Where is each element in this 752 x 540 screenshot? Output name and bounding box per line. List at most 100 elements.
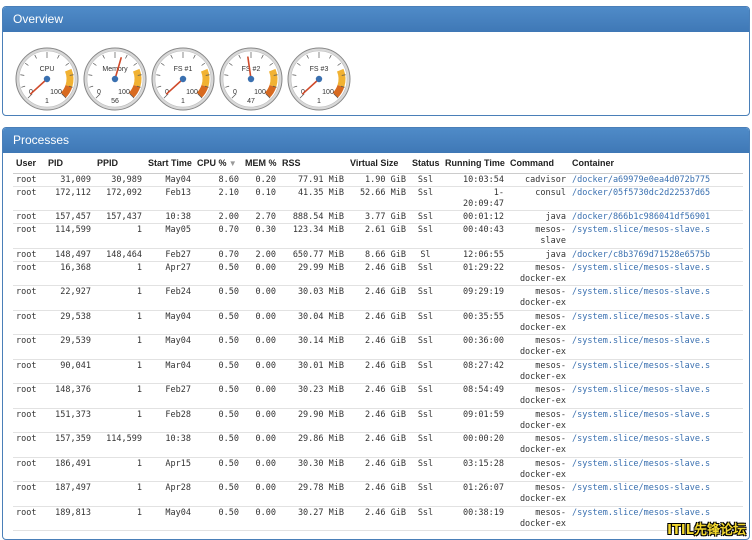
cell-ppid: 1	[136, 311, 142, 322]
cell-mem: 0.00	[255, 507, 276, 518]
container-link[interactable]: /system.slice/mesos-slave.s	[572, 263, 710, 273]
cell-virtual-size: 3.77 GiB	[365, 212, 406, 222]
cell-mem: 0.30	[255, 225, 276, 235]
container-link[interactable]: /system.slice/mesos-slave.s	[572, 225, 710, 235]
cell-command: java	[545, 212, 566, 222]
cell-running-time: 01:26:07	[463, 483, 504, 493]
cell-command: mesos-docker-ex	[519, 458, 566, 480]
column-header-mem[interactable]: MEM %	[242, 153, 279, 174]
container-link[interactable]: /system.slice/mesos-slave.s	[572, 361, 710, 371]
column-header-label: PPID	[97, 157, 119, 168]
gauge-value-label: 1	[317, 98, 321, 105]
container-link[interactable]: /system.slice/mesos-slave.s	[572, 385, 710, 395]
gauge-needle-hub	[111, 75, 119, 83]
container-link[interactable]: /docker/c8b3769d71528e6575b	[572, 250, 710, 260]
cell-command: mesos-docker-ex	[519, 287, 566, 308]
column-header-start-time[interactable]: Start Time	[145, 153, 194, 174]
cell-start-time: May04	[165, 507, 191, 518]
cell-ppid: 1	[136, 483, 142, 493]
cell-container: /system.slice/mesos-slave.s	[569, 286, 743, 311]
gauge-dial: FS #101001	[151, 47, 215, 111]
table-row: root 157,457 157,437 10:38 2.00 2.70 888.54 Mi…	[13, 211, 743, 224]
gauge-max-label: 100	[50, 89, 62, 96]
column-header-user[interactable]: User	[13, 153, 45, 174]
column-header-running-time[interactable]: Running Time	[442, 153, 507, 174]
column-header-container[interactable]: Container	[569, 153, 743, 174]
column-header-label: PID	[48, 157, 64, 168]
gauge-label: FS #3	[310, 66, 329, 73]
gauge-label: CPU	[40, 66, 55, 73]
cell-pid: 29,538	[60, 311, 91, 322]
cell-pid: 148,497	[55, 249, 91, 260]
cell-user: root	[16, 249, 37, 260]
container-link[interactable]: /system.slice/mesos-slave.s	[572, 459, 710, 469]
gauge-max-label: 100	[322, 89, 334, 96]
gauge-max-label: 100	[254, 89, 266, 96]
cell-rss: 29.99 MiB	[297, 262, 344, 273]
cell-rss: 30.27 MiB	[297, 507, 344, 518]
container-link[interactable]: /system.slice/mesos-slave.s	[572, 483, 710, 493]
cell-running-time: 01:29:22	[463, 262, 504, 273]
column-header-label: Container	[572, 157, 615, 168]
cell-command: cadvisor	[525, 174, 566, 185]
cell-command: mesos-docker-ex	[519, 507, 566, 529]
column-header-label: Status	[412, 157, 440, 168]
container-link[interactable]: /docker/866b1c986041df56901	[572, 212, 710, 222]
cell-cpu: 0.50	[218, 360, 239, 371]
cell-cpu: 0.50	[218, 336, 239, 346]
table-row: root 90,041 1 Mar04 0.50 0.00 30.01 MiB 2.46 Gi…	[13, 359, 743, 384]
column-header-ppid[interactable]: PPID	[94, 153, 145, 174]
cell-ppid: 1	[136, 507, 142, 518]
cell-rss: 29.86 MiB	[297, 434, 344, 444]
table-row: root 157,359 114,599 10:38 0.50 0.00 29.86 MiB…	[13, 433, 743, 457]
container-link[interactable]: /docker/05f5730dc2d22537d65	[572, 188, 710, 198]
cell-command: mesos-docker-ex	[519, 336, 566, 357]
container-link[interactable]: /system.slice/mesos-slave.s	[572, 336, 710, 346]
cell-start-time: 10:38	[165, 434, 191, 444]
container-link[interactable]: /system.slice/mesos-slave.s	[572, 287, 710, 297]
cell-pid: 114,599	[55, 225, 91, 235]
column-header-rss[interactable]: RSS	[279, 153, 347, 174]
container-link[interactable]: /system.slice/mesos-slave.s	[572, 410, 710, 420]
column-header-command[interactable]: Command	[507, 153, 569, 174]
processes-header: Processes	[3, 128, 749, 153]
column-header-label: Start Time	[148, 157, 192, 168]
cell-status: Ssl	[417, 483, 434, 493]
table-row: root 151,373 1 Feb28 0.50 0.00 29.90 MiB 2.46 G…	[13, 408, 743, 433]
processes-table: User PID PPID Start Time CPU % ▼ MEM % RSS Virt…	[13, 153, 743, 531]
cell-cpu: 8.60	[218, 174, 239, 185]
cell-command: consul	[535, 187, 566, 198]
cell-start-time: Apr28	[165, 483, 191, 493]
gauge: CPU01001	[15, 47, 79, 111]
container-link[interactable]: /system.slice/mesos-slave.s	[572, 312, 710, 322]
cell-command: mesos-docker-ex	[519, 409, 566, 431]
cell-rss: 29.78 MiB	[297, 483, 344, 493]
container-link[interactable]: /system.slice/mesos-slave.s	[572, 434, 710, 444]
table-row: root 114,599 1 May05 0.70 0.30 123.34 MiB 2.61 …	[13, 224, 743, 249]
cell-start-time: Apr27	[165, 262, 191, 273]
cell-running-time: 00:38:19	[463, 507, 504, 518]
cell-mem: 0.20	[255, 174, 276, 185]
column-header-pid[interactable]: PID	[45, 153, 94, 174]
column-header-label: Command	[510, 157, 555, 168]
container-link[interactable]: /docker/a69979e0ea4d072b775	[572, 175, 710, 185]
cell-ppid: 1	[136, 225, 142, 235]
gauge-value-label: 1	[181, 98, 185, 105]
container-link[interactable]: /system.slice/mesos-slave.s	[572, 508, 710, 518]
cell-start-time: Apr15	[165, 458, 191, 469]
cell-start-time: Feb13	[165, 187, 191, 198]
table-row: root 22,927 1 Feb24 0.50 0.00 30.03 MiB 2.46 Gi…	[13, 286, 743, 311]
column-header-virtual-size[interactable]: Virtual Size	[347, 153, 409, 174]
column-header-cpu[interactable]: CPU % ▼	[194, 153, 242, 174]
cell-rss: 30.03 MiB	[297, 287, 344, 297]
cell-cpu: 0.50	[218, 287, 239, 297]
cell-status: Ssl	[417, 458, 434, 469]
column-header-status[interactable]: Status	[409, 153, 442, 174]
cell-container: /system.slice/mesos-slave.s	[569, 261, 743, 286]
cell-pid: 22,927	[60, 287, 91, 297]
cell-ppid: 1	[136, 287, 142, 297]
cell-container: /system.slice/mesos-slave.s	[569, 224, 743, 249]
sort-desc-icon[interactable]: ▼	[227, 159, 237, 168]
table-row: root 148,376 1 Feb27 0.50 0.00 30.23 MiB 2.46 G…	[13, 384, 743, 408]
cell-mem: 0.00	[255, 287, 276, 297]
